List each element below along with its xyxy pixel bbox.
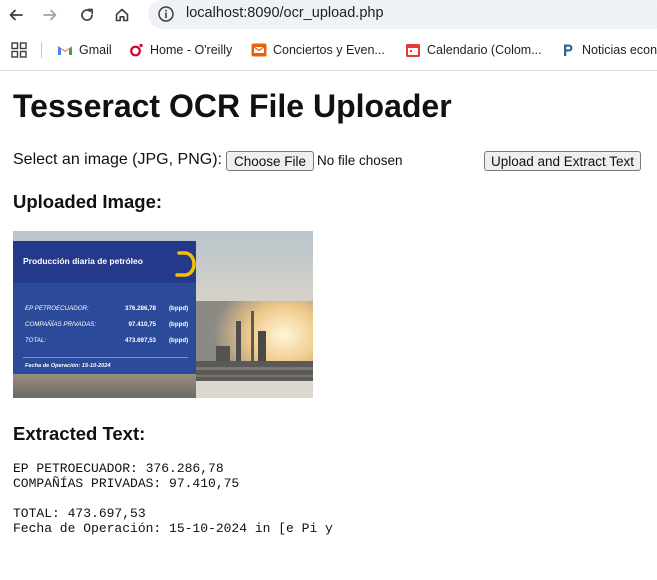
ocr-text-line: Fecha de Operación: 15-10-2024 in [e Pi … [13,521,333,536]
row-label: TOTAL: [25,337,47,344]
gmail-icon [57,42,73,58]
bookmark-conciertos[interactable]: Conciertos y Even... [251,40,385,60]
operation-date: Fecha de Operación: 15-10-2024 [25,363,111,369]
ocr-text-line: TOTAL: 473.697,53 [13,506,146,521]
p-icon [560,42,576,58]
panel-title: Producción diaria de petróleo [23,256,143,266]
production-panel: Producción diaria de petróleo EP PETROEC… [13,241,196,374]
reload-button[interactable] [75,3,99,27]
oreilly-icon [128,42,144,58]
bookmarks-separator [41,42,42,58]
envelope-icon [251,42,267,58]
bookmark-label: Gmail [79,43,112,57]
uploaded-image: Producción diaria de petróleo EP PETROEC… [13,231,313,398]
no-file-chosen-text: No file chosen [317,153,403,168]
browser-toolbar: localhost:8090/ocr_upload.php [0,0,657,30]
back-button[interactable] [4,3,28,27]
row-label: COMPAÑÍAS PRIVADAS: [25,321,97,328]
row-value: 97.410,75 [128,321,156,328]
forward-button[interactable] [38,3,62,27]
forward-arrow-icon [43,9,57,21]
site-info-icon[interactable] [157,5,175,23]
ocr-text-line: COMPAÑÍAS PRIVADAS: 97.410,75 [13,476,240,491]
reload-icon [81,8,94,21]
logo-d-icon [175,251,196,277]
toolbar-divider [0,70,657,71]
bookmark-label: Conciertos y Even... [273,43,385,57]
row-value: 473.697,53 [125,337,156,344]
bookmark-label: Calendario (Colom... [427,43,542,57]
row-label: EP PETROECUADOR: [25,305,89,312]
home-button[interactable] [110,3,134,27]
footer-strip [196,381,313,398]
panel-divider [23,357,188,358]
row-unit: (bppd) [169,321,189,328]
bookmarks-bar: Gmail Home - O'reilly Conciertos y Even.… [0,33,657,67]
row-unit: (bppd) [169,337,189,344]
file-select-label: Select an image (JPG, PNG): [13,151,222,168]
back-arrow-icon [9,9,23,21]
upload-extract-button[interactable]: Upload and Extract Text [484,151,641,171]
bookmark-label: Noticias econ [582,43,657,57]
uploaded-image-heading: Uploaded Image: [13,191,163,212]
page-title: Tesseract OCR File Uploader [13,88,452,124]
url-text: localhost:8090/ocr_upload.php [186,5,384,21]
home-icon [115,8,129,22]
bookmark-gmail[interactable]: Gmail [57,40,112,60]
address-bar[interactable]: localhost:8090/ocr_upload.php [148,0,657,29]
choose-file-button[interactable]: Choose File [226,151,314,171]
bookmark-oreilly[interactable]: Home - O'reilly [128,40,232,60]
apps-grid-icon[interactable] [11,42,27,58]
ocr-text-line: EP PETROECUADOR: 376.286,78 [13,461,224,476]
bookmark-noticias[interactable]: Noticias econ [560,40,657,60]
extracted-text-heading: Extracted Text: [13,423,146,444]
row-unit: (bppd) [169,305,189,312]
row-value: 376.286,78 [125,305,156,312]
bookmark-calendario[interactable]: Calendario (Colom... [405,40,542,60]
bookmark-label: Home - O'reilly [150,43,233,57]
calendar-icon [405,42,421,58]
